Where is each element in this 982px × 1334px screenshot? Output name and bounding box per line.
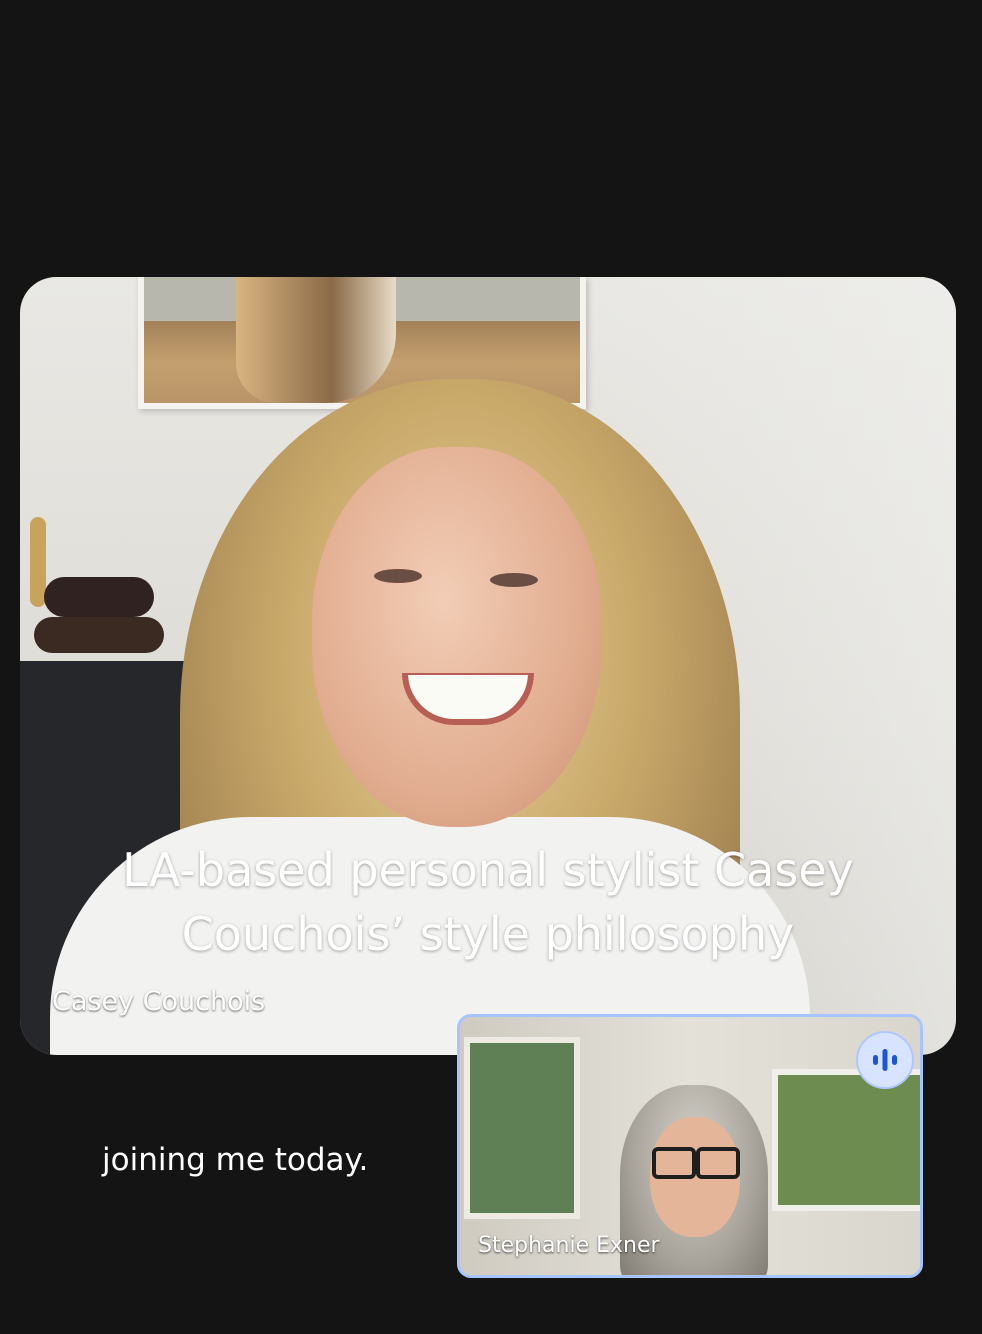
participant-name-label: Casey Couchois [52,986,266,1017]
audio-level-icon [856,1031,914,1089]
wine-rack [24,517,174,667]
video-caption-overlay: LA-based personal stylist Casey Couchois… [122,843,854,961]
pip-participant-glasses [652,1147,740,1179]
live-subtitle: joining me today. [102,1142,369,1178]
pip-window-left [464,1037,580,1219]
pip-participant-name-label: Stephanie Exner [478,1233,660,1258]
self-view-tile[interactable]: Stephanie Exner [457,1014,923,1278]
pip-window-right [772,1069,920,1211]
participant-face [312,447,602,827]
